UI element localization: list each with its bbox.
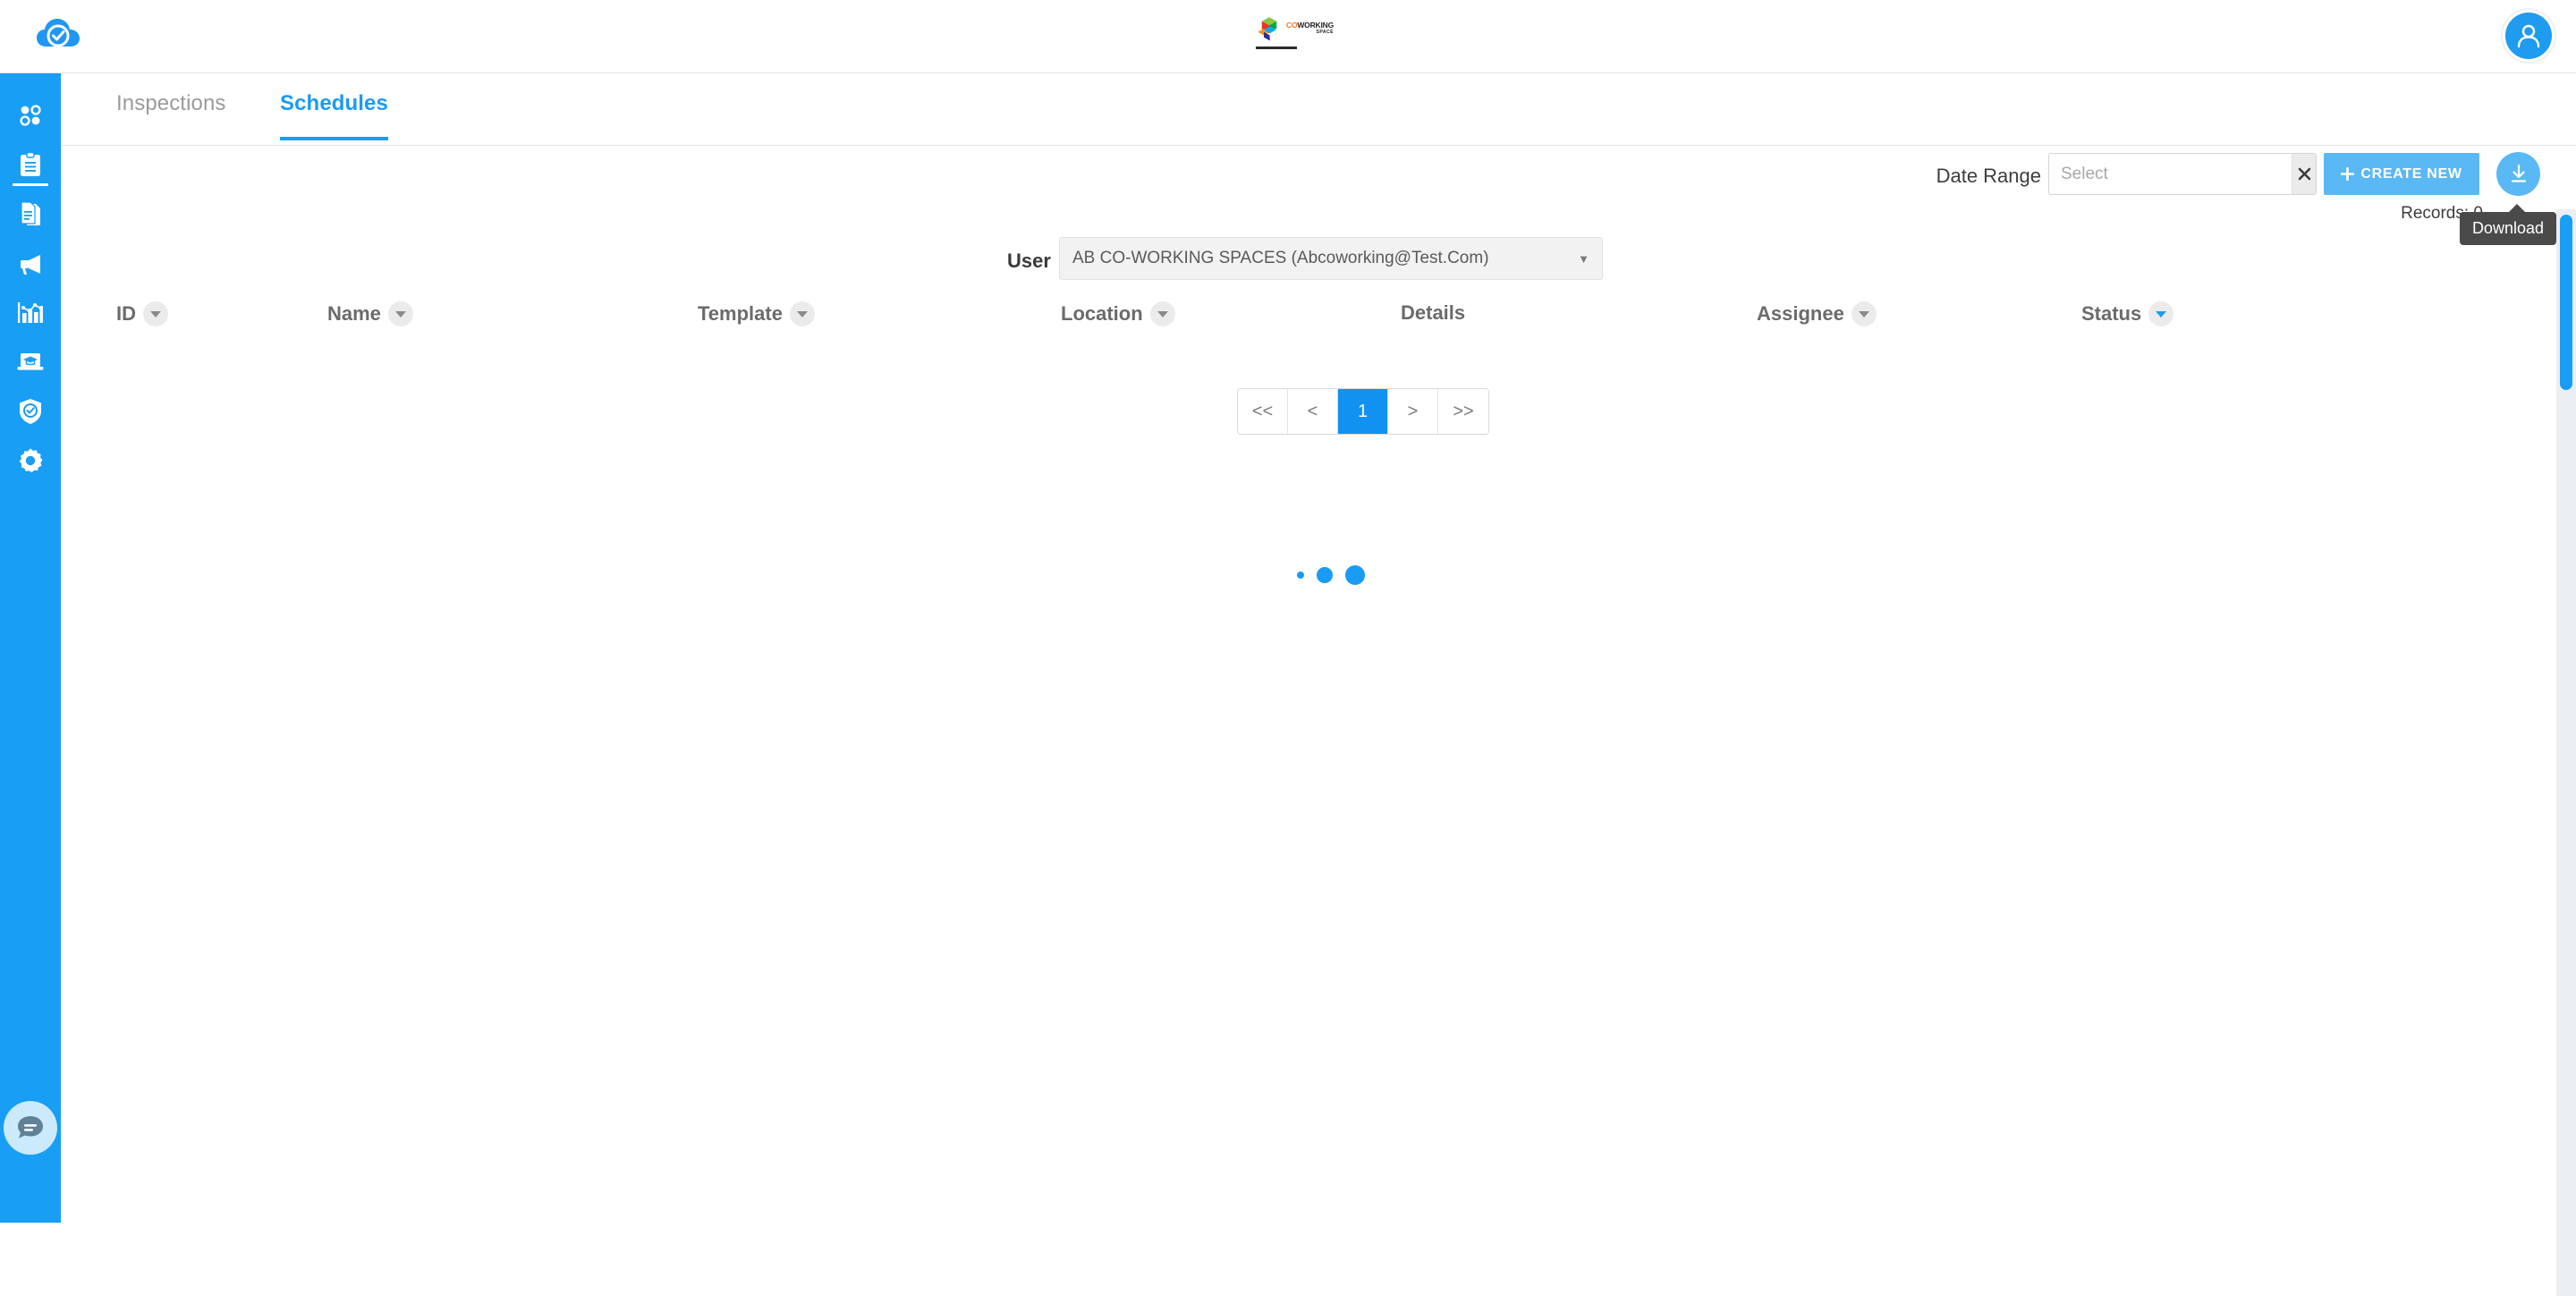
next-page-button[interactable]: > <box>1388 389 1438 434</box>
scrollbar-thumb[interactable] <box>2560 215 2572 390</box>
loading-dot <box>1345 565 1365 585</box>
loading-dot <box>1317 567 1333 583</box>
column-filter-status[interactable] <box>2148 301 2174 326</box>
avatar[interactable] <box>2503 10 2555 62</box>
first-page-button[interactable]: << <box>1238 389 1288 434</box>
main-content: Inspections Schedules Date Range CREATE … <box>61 73 2576 1296</box>
top-bar: COWORKING SPACE <box>0 0 2576 73</box>
column-label: Details <box>1401 301 1466 324</box>
sidebar-item-settings[interactable] <box>0 436 61 485</box>
column-label: Assignee <box>1757 302 1844 325</box>
sidebar-active-indicator <box>13 183 48 186</box>
cloud-check-icon[interactable] <box>34 13 82 61</box>
user-filter-value: AB CO-WORKING SPACES (Abcoworking@Test.C… <box>1072 249 1489 267</box>
chevron-down-icon: ▼ <box>1578 251 1589 266</box>
logo-word-working: WORKING <box>1297 21 1334 30</box>
logo-underline <box>1256 47 1297 49</box>
user-avatar-icon <box>2505 13 2552 59</box>
column-header-assignee: Assignee <box>1757 301 1877 326</box>
tab-inspections-label: Inspections <box>116 91 226 115</box>
column-label: Location <box>1061 302 1143 325</box>
column-filter-id[interactable] <box>143 301 168 326</box>
close-x-icon <box>2298 167 2310 181</box>
shield-check-icon <box>20 399 41 424</box>
page-1-button[interactable]: 1 <box>1338 389 1388 434</box>
user-filter-select[interactable]: AB CO-WORKING SPACES (Abcoworking@Test.C… <box>1059 237 1603 280</box>
sidebar-item-elearning[interactable] <box>0 338 61 386</box>
date-range-label: Date Range <box>1936 165 2041 187</box>
create-new-button[interactable]: CREATE NEW <box>2324 153 2479 195</box>
column-filter-name[interactable] <box>387 301 413 326</box>
documents-icon <box>21 201 40 225</box>
column-header-id: ID <box>116 301 168 326</box>
column-filter-template[interactable] <box>789 301 815 326</box>
column-header-location: Location <box>1061 301 1175 326</box>
vertical-scrollbar[interactable] <box>2556 209 2576 1296</box>
sidebar-item-documents[interactable] <box>0 191 61 239</box>
download-tooltip: Download <box>2459 204 2556 245</box>
colored-cube-icon <box>1258 17 1277 41</box>
sidebar <box>0 73 61 1223</box>
dashboard-dots-icon <box>20 105 41 126</box>
megaphone-icon <box>21 255 40 275</box>
column-label: Status <box>2081 302 2142 325</box>
sidebar-item-dashboard[interactable] <box>0 91 61 140</box>
chat-bubble-icon <box>18 1116 43 1139</box>
pagination: << < 1 > >> <box>1237 388 1489 435</box>
column-header-template: Template <box>698 301 815 326</box>
analytics-chart-icon <box>18 302 43 323</box>
tab-schedules[interactable]: Schedules <box>280 91 388 140</box>
tab-schedules-label: Schedules <box>280 91 388 115</box>
date-range-field[interactable] <box>2048 153 2317 195</box>
sidebar-item-inspections[interactable] <box>0 141 61 190</box>
column-header-name: Name <box>327 301 413 326</box>
last-page-button[interactable]: >> <box>1438 389 1488 434</box>
create-new-label: CREATE NEW <box>2360 165 2462 182</box>
elearning-laptop-icon <box>17 353 44 370</box>
loading-dot <box>1297 572 1304 579</box>
sidebar-item-analytics[interactable] <box>0 289 61 337</box>
column-header-details: Details <box>1401 301 1465 325</box>
tab-active-underline <box>280 137 388 140</box>
tab-inspections[interactable]: Inspections <box>116 91 226 140</box>
coworking-space-logo: COWORKING SPACE <box>1256 13 1334 45</box>
date-range-input[interactable] <box>2049 154 2292 194</box>
column-label: Template <box>698 302 783 325</box>
prev-page-button[interactable]: < <box>1288 389 1338 434</box>
column-filter-assignee[interactable] <box>1851 301 1877 326</box>
sidebar-item-announcements[interactable] <box>0 240 61 288</box>
clipboard-icon <box>21 152 40 176</box>
gear-icon <box>19 448 43 473</box>
column-filter-location[interactable] <box>1149 301 1175 326</box>
logo-word-co: CO <box>1286 21 1298 30</box>
table-header-row: ID Name Template Location Details Assign… <box>61 301 2576 355</box>
tab-bar: Inspections Schedules <box>61 73 2576 146</box>
user-filter-label: User <box>1007 250 1051 272</box>
loading-indicator <box>1297 565 1365 585</box>
download-icon <box>2511 164 2526 182</box>
download-button[interactable] <box>2496 152 2540 196</box>
column-label: ID <box>116 302 136 325</box>
date-range-clear-button[interactable] <box>2292 154 2316 194</box>
plus-icon <box>2341 167 2355 181</box>
column-label: Name <box>327 302 381 325</box>
chat-support-button[interactable] <box>4 1101 57 1155</box>
sidebar-item-compliance[interactable] <box>0 387 61 436</box>
column-header-status: Status <box>2081 301 2174 326</box>
logo-word-space: SPACE <box>1316 30 1334 36</box>
